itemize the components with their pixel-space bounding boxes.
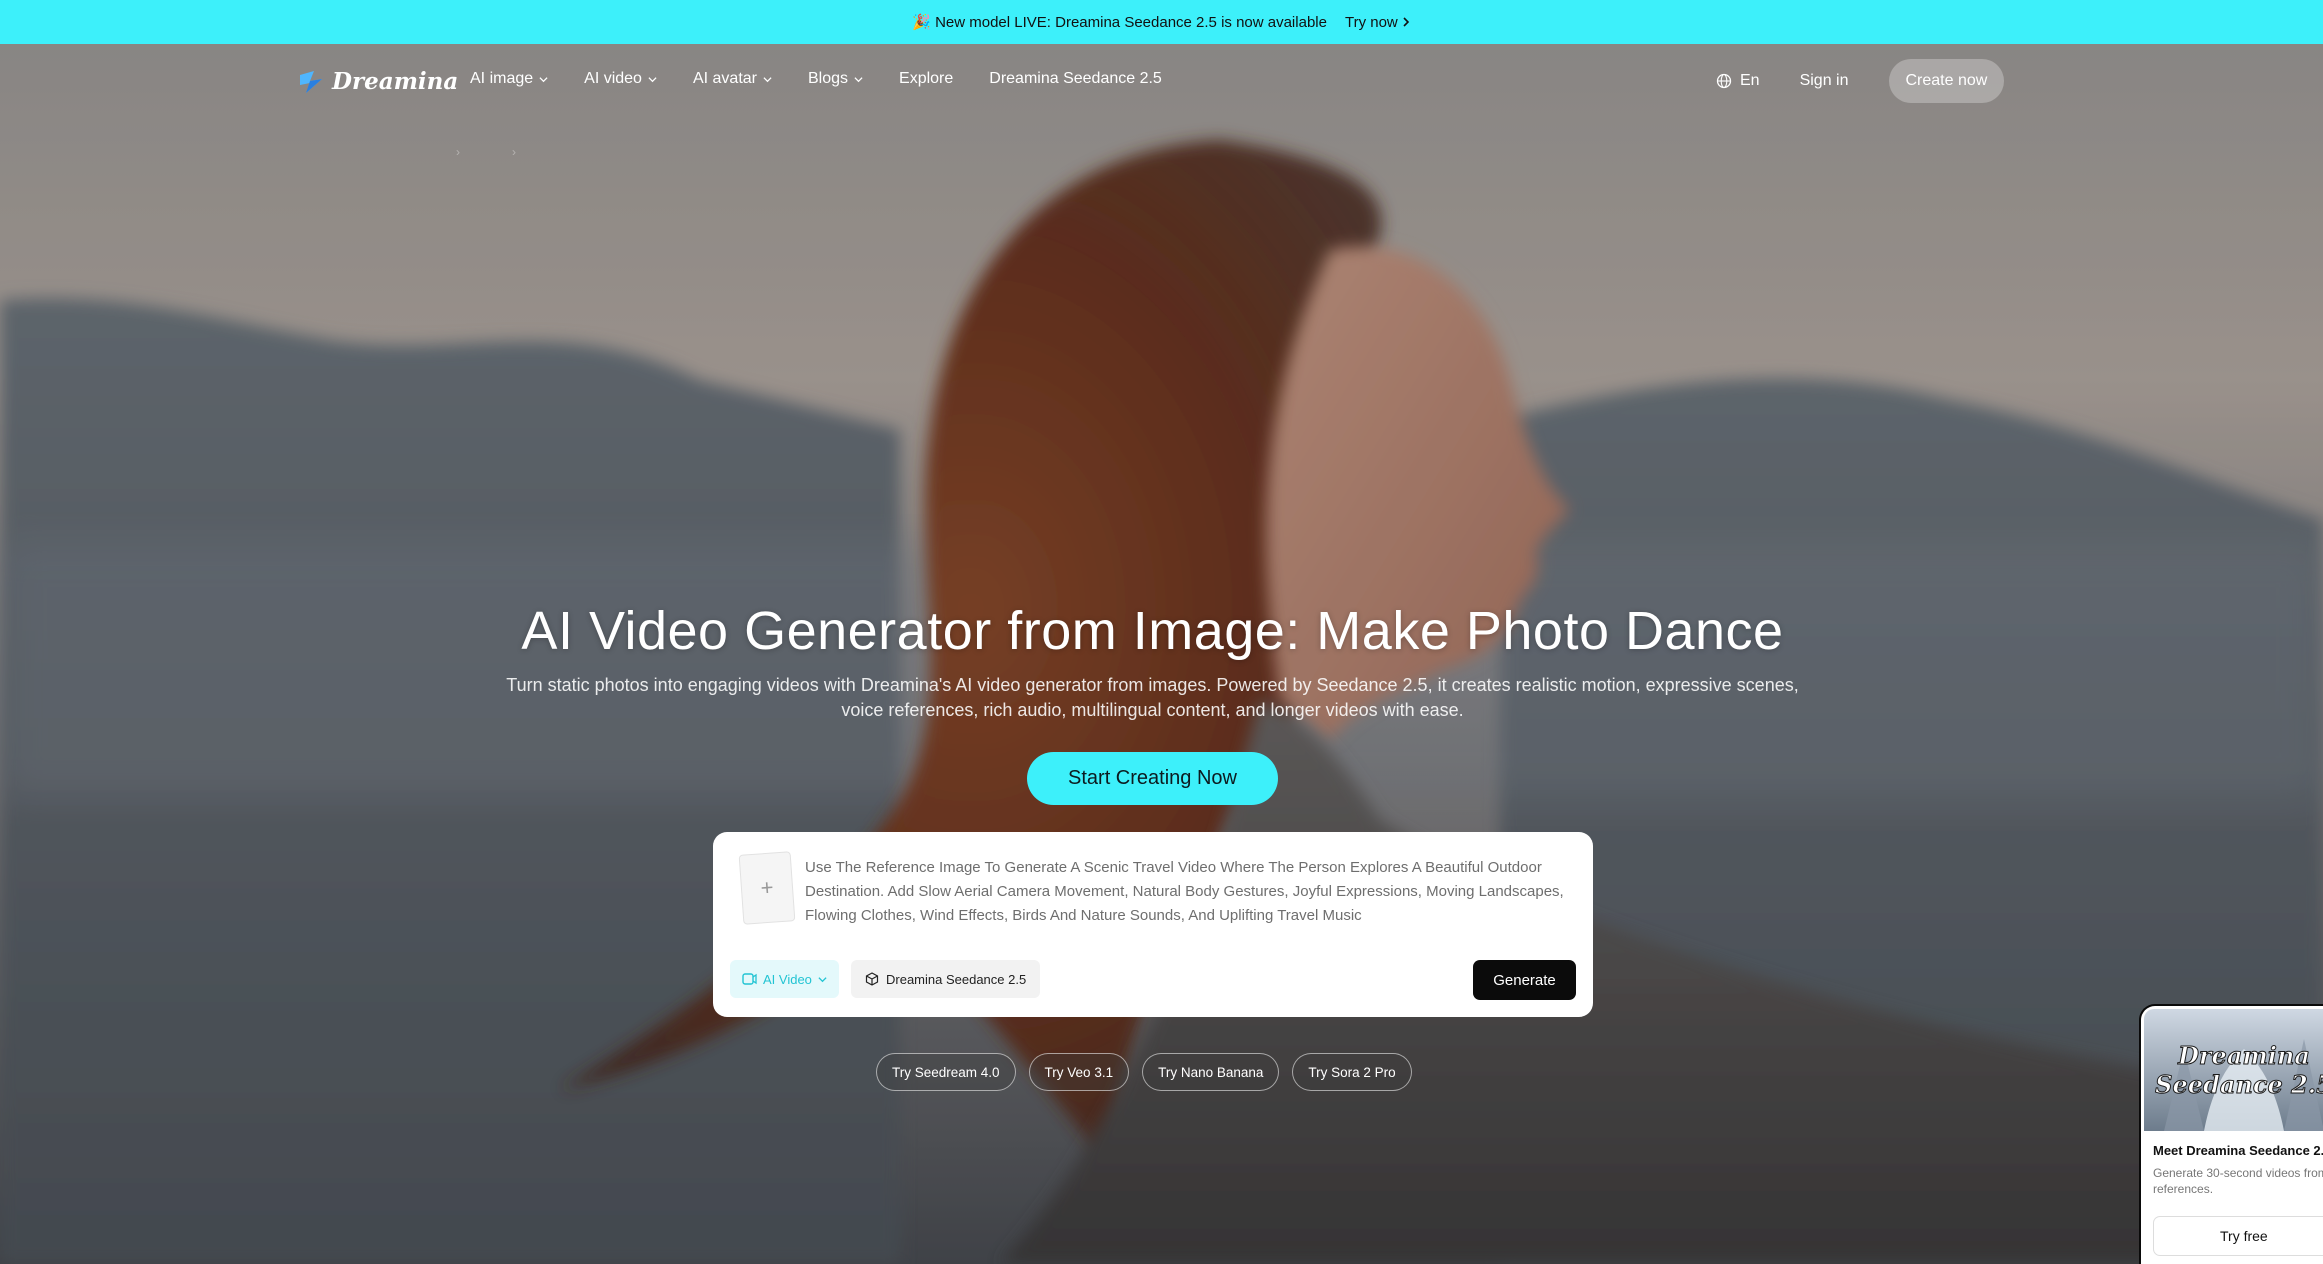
menu-seedance[interactable]: Dreamina Seedance 2.5 (989, 70, 1162, 88)
video-icon (742, 973, 757, 985)
mode-label: AI Video (763, 971, 812, 987)
party-icon: 🎉 (912, 14, 931, 31)
promo-description: Generate 30-second videos from up to 50 … (2153, 1166, 2323, 1196)
try-veo-pill[interactable]: Try Veo 3.1 (1028, 1053, 1130, 1091)
menu-label: AI image (470, 70, 534, 87)
chevron-down-icon (854, 76, 863, 82)
seedance-promo-popup: Dreamina Seedance 2.5 Meet Dreamina Seed… (2141, 1006, 2323, 1264)
breadcrumb-separators: ›› (456, 145, 568, 159)
try-model-pills: Try Seedream 4.0 Try Veo 3.1 Try Nano Ba… (876, 1053, 1412, 1091)
try-now-link[interactable]: Try now (1345, 14, 1411, 31)
menu-ai-avatar[interactable]: AI avatar (693, 70, 772, 88)
page-title: AI Video Generator from Image: Make Phot… (521, 601, 1784, 661)
hero-subtitle: Turn static photos into engaging videos … (506, 675, 1799, 720)
svg-text:Seedance 2.5: Seedance 2.5 (2155, 1070, 2323, 1099)
menu-explore[interactable]: Explore (899, 70, 953, 88)
menu-label: Blogs (807, 70, 849, 87)
prompt-input[interactable]: Use The Reference Image To Generate A Sc… (805, 856, 1575, 928)
mode-selector[interactable]: AI Video (730, 960, 839, 998)
chevron-down-icon (818, 976, 827, 982)
plus-icon: + (759, 874, 775, 901)
upload-image-button[interactable]: + (738, 851, 796, 925)
announcement-message: New model LIVE: Dreamina Seedance 2.5 is… (935, 14, 1327, 31)
logo-wordmark: Dreamina (332, 68, 459, 95)
chevron-right-icon (1403, 17, 1409, 27)
menu-label: AI video (584, 70, 642, 87)
model-label: Dreamina Seedance 2.5 (886, 971, 1027, 987)
chevron-down-icon (539, 76, 548, 82)
promo-image: Dreamina Seedance 2.5 (2144, 1009, 2323, 1131)
model-selector[interactable]: Dreamina Seedance 2.5 (851, 960, 1041, 998)
try-nano-banana-pill[interactable]: Try Nano Banana (1142, 1053, 1280, 1091)
svg-text:Dreamina: Dreamina (2177, 1041, 2310, 1070)
create-now-button[interactable]: Create now (1888, 59, 2005, 103)
nav-actions: En Sign in Create now (1716, 59, 2005, 103)
try-now-label: Try now (1344, 13, 1398, 31)
main-menu: AI image AI video AI avatar Blogs Explor… (470, 70, 1162, 88)
promo-title: Meet Dreamina Seedance 2.5 (2153, 1143, 2323, 1158)
menu-ai-image[interactable]: AI image (470, 70, 548, 88)
announcement-text: 🎉 New model LIVE: Dreamina Seedance 2.5 … (912, 13, 1327, 31)
announcement-bar: 🎉 New model LIVE: Dreamina Seedance 2.5 … (0, 0, 2323, 44)
start-creating-button[interactable]: Start Creating Now (1027, 752, 1278, 805)
try-seedream-pill[interactable]: Try Seedream 4.0 (876, 1053, 1016, 1091)
menu-ai-video[interactable]: AI video (584, 70, 657, 88)
chevron-down-icon (763, 76, 772, 82)
menu-label: Dreamina Seedance 2.5 (989, 70, 1162, 87)
sign-in-link[interactable]: Sign in (1800, 72, 1849, 90)
cube-icon (865, 972, 879, 986)
chevron-down-icon (648, 76, 657, 82)
generate-button[interactable]: Generate (1473, 960, 1576, 1000)
try-sora-pill[interactable]: Try Sora 2 Pro (1292, 1053, 1412, 1091)
globe-icon (1716, 73, 1732, 89)
language-switcher[interactable]: En (1716, 72, 1760, 90)
menu-blogs[interactable]: Blogs (808, 70, 863, 88)
dreamina-logo[interactable]: Dreamina (298, 68, 458, 95)
menu-label: Explore (899, 70, 954, 87)
language-label: En (1740, 72, 1760, 89)
try-free-button[interactable]: Try free (2153, 1216, 2323, 1256)
menu-label: AI avatar (692, 70, 757, 87)
dreamina-logo-icon (300, 70, 322, 93)
top-navbar: Dreamina AI image AI video AI avatar Blo… (0, 44, 2323, 120)
prompt-card: + Use The Reference Image To Generate A … (713, 832, 1593, 1017)
